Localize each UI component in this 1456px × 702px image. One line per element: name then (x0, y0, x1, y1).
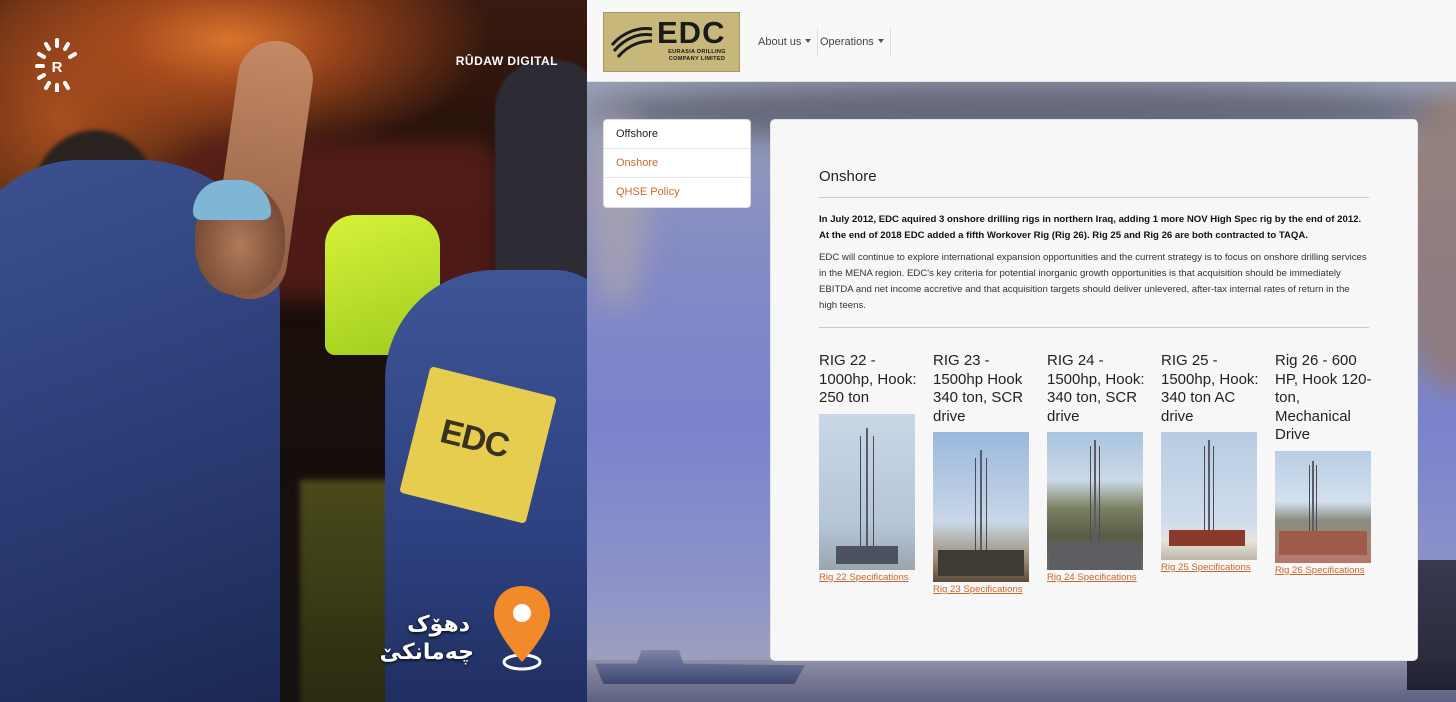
caret-down-icon (877, 39, 884, 43)
rig-base (1278, 530, 1368, 555)
rig-card: RIG 24 - 1500hp, Hook: 340 ton, SCR driv… (1047, 352, 1147, 583)
rig-base (836, 545, 898, 564)
top-navbar: EDC EURASIA DRILLING COMPANY LIMITED Abo… (587, 0, 1456, 82)
rig-base (1168, 530, 1246, 546)
rig-26-specifications-link[interactable]: Rig 26 Specifications (1275, 565, 1375, 576)
rig-card: RIG 25 - 1500hp, Hook: 340 ton AC drive … (1161, 352, 1261, 573)
rig-25-specifications-link[interactable]: Rig 25 Specifications (1161, 562, 1261, 573)
edc-logo[interactable]: EDC EURASIA DRILLING COMPANY LIMITED (603, 12, 740, 72)
rig-mast-pole (866, 427, 868, 548)
rig-24-photo[interactable] (1047, 432, 1143, 570)
rig-26-photo[interactable] (1275, 450, 1371, 563)
rig-card: RIG 22 - 1000hp, Hook: 250 ton Rig 22 Sp… (819, 352, 919, 583)
edc-website: EDC EURASIA DRILLING COMPANY LIMITED Abo… (587, 0, 1456, 702)
nav-about-us[interactable]: About us (752, 28, 819, 56)
body-paragraph: EDC will continue to explore internation… (819, 250, 1369, 328)
rig-24-specifications-link[interactable]: Rig 24 Specifications (1047, 572, 1147, 583)
sidebar-item-offshore[interactable]: Offshore (604, 120, 750, 149)
nav-about-us-label: About us (758, 36, 802, 48)
rig-card: RIG 23 - 1500hp Hook 340 ton, SCR drive … (933, 352, 1033, 595)
page-title: Onshore (819, 168, 1369, 198)
content-card: Onshore In July 2012, EDC aquired 3 onsh… (770, 119, 1418, 661)
rudaw-logo-letter: R (52, 59, 63, 76)
nav-operations[interactable]: Operations (814, 28, 891, 56)
rig-title: RIG 24 - 1500hp, Hook: 340 ton, SCR driv… (1047, 352, 1145, 425)
edc-swoosh-icon (610, 27, 653, 58)
rig-card: Rig 26 - 600 HP, Hook 120-ton, Mechanica… (1275, 352, 1375, 576)
rig-23-photo[interactable] (933, 432, 1029, 582)
rig-title: RIG 22 - 1000hp, Hook: 250 ton (819, 352, 917, 406)
rig-22-photo[interactable] (819, 413, 915, 570)
news-video-frame: EDC R RÛDAW DIGITAL دهۆک چەمانکێ (0, 0, 587, 702)
rig-mast-pole (1312, 460, 1315, 533)
rudaw-brand-label: RÛDAW DIGITAL (455, 54, 558, 68)
edc-logo-text: EDC (657, 15, 726, 50)
rig-base (1048, 542, 1142, 570)
rig-23-specifications-link[interactable]: Rig 23 Specifications (933, 584, 1033, 595)
sidebar-item-onshore[interactable]: Onshore (604, 149, 750, 178)
rig-title: RIG 25 - 1500hp, Hook: 340 ton AC drive (1161, 352, 1259, 425)
sidebar-item-qhse-policy[interactable]: QHSE Policy (604, 178, 750, 207)
location-pin-icon (494, 586, 550, 671)
nav-operations-label: Operations (820, 36, 874, 48)
caret-down-icon (805, 39, 812, 43)
edc-logo-subtext: EURASIA DRILLING COMPANY LIMITED (668, 49, 726, 62)
operations-sidebar: Offshore Onshore QHSE Policy (603, 119, 751, 208)
rig-mast-pole (980, 450, 982, 560)
rig-22-specifications-link[interactable]: Rig 22 Specifications (819, 572, 919, 583)
location-name-line1: دهۆک (407, 612, 470, 637)
rig-25-photo[interactable] (1161, 432, 1257, 560)
rudaw-logo-icon: R (35, 38, 77, 92)
rig-mast-pole (1094, 440, 1096, 544)
rig-mast-pole (1208, 440, 1210, 534)
lead-paragraph: In July 2012, EDC aquired 3 onshore dril… (819, 214, 1362, 241)
rig-title: RIG 23 - 1500hp Hook 340 ton, SCR drive (933, 352, 1024, 425)
location-name-line2: چەمانکێ (379, 640, 474, 665)
rig-base (937, 550, 1025, 576)
rig-title: Rig 26 - 600 HP, Hook 120-ton, Mechanica… (1275, 352, 1372, 443)
